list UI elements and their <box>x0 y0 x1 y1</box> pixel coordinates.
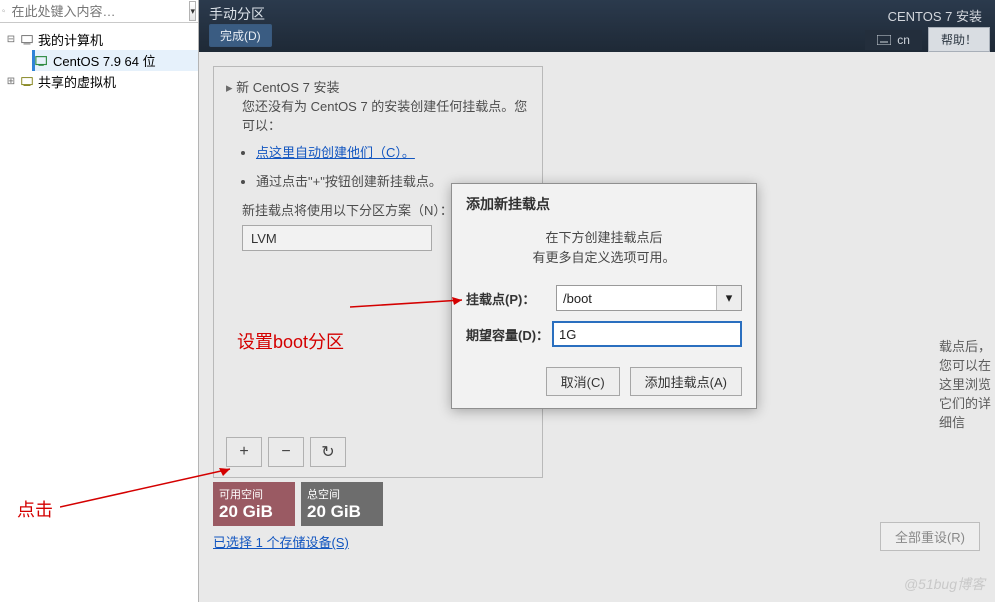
expander-icon[interactable]: ⊟ <box>6 34 16 45</box>
tree-label: CentOS 7.9 64 位 <box>53 51 156 70</box>
mount-toolbar: + − ↻ <box>226 437 346 467</box>
available-space-value: 20 GiB <box>219 502 289 522</box>
mountpoint-value: /boot <box>563 291 592 306</box>
tree-label: 共享的虚拟机 <box>38 72 116 91</box>
add-mountpoint-button[interactable]: 添加挂载点(A) <box>630 367 742 396</box>
scheme-value: LVM <box>251 231 277 246</box>
total-space-value: 20 GiB <box>307 502 377 522</box>
search-row: ▾ <box>0 0 198 23</box>
tree-label: 我的计算机 <box>38 30 103 49</box>
add-mount-button[interactable]: + <box>226 437 262 467</box>
auto-create-link[interactable]: 点这里自动创建他们（C）。 <box>256 145 415 160</box>
distro-title: CENTOS 7 安装 <box>880 4 990 27</box>
refresh-button[interactable]: ↻ <box>310 437 346 467</box>
dialog-description: 在下方创建挂载点后 有更多自定义选项可用。 <box>466 228 742 267</box>
expander-icon[interactable]: ⊞ <box>6 76 16 87</box>
capacity-input[interactable] <box>552 321 742 347</box>
tree-vm-centos[interactable]: CentOS 7.9 64 位 <box>32 50 198 71</box>
partition-heading[interactable]: 新 CentOS 7 安装 <box>226 77 530 96</box>
tree-shared-vm[interactable]: ⊞ 共享的虚拟机 <box>6 71 198 92</box>
annotation-set-boot: 设置boot分区 <box>237 328 344 354</box>
dialog-title: 添加新挂载点 <box>466 194 742 214</box>
available-space-card: 可用空间 20 GiB <box>213 482 295 526</box>
annotation-click: 点击 <box>17 496 53 522</box>
watermark: @51bug博客 <box>904 574 985 594</box>
mountpoint-label: 挂载点(P)： <box>466 289 556 308</box>
add-mount-dialog: 添加新挂载点 在下方创建挂载点后 有更多自定义选项可用。 挂载点(P)： /bo… <box>451 183 757 409</box>
total-space-card: 总空间 20 GiB <box>301 482 383 526</box>
storage-selected-link[interactable]: 已选择 1 个存储设备(S) <box>213 532 981 551</box>
list-item: 点这里自动创建他们（C）。 <box>256 142 530 161</box>
remove-mount-button[interactable]: − <box>268 437 304 467</box>
search-icon <box>2 4 5 18</box>
search-input[interactable] <box>9 3 189 20</box>
space-summary: 可用空间 20 GiB 总空间 20 GiB <box>213 482 981 526</box>
shared-icon <box>20 75 34 89</box>
vm-tree: ⊟ 我的计算机 CentOS 7.9 64 位 ⊞ 共享的虚拟机 <box>0 23 198 92</box>
scheme-select[interactable]: LVM <box>242 225 432 251</box>
mountpoint-combo[interactable]: /boot ▾ <box>556 285 742 311</box>
vm-icon <box>35 54 49 68</box>
computer-icon <box>20 33 34 47</box>
done-button[interactable]: 完成(D) <box>209 24 272 47</box>
partition-desc: 您还没有为 CentOS 7 的安装创建任何挂载点。您可以： <box>242 96 530 134</box>
available-space-label: 可用空间 <box>219 486 289 502</box>
keyboard-indicator[interactable]: cn <box>865 30 922 50</box>
keyboard-icon <box>877 35 891 45</box>
detail-hint-text: 载点后，您可以在这里浏览它们的详细信 <box>939 336 995 431</box>
help-button[interactable]: 帮助！ <box>928 27 990 52</box>
capacity-label: 期望容量(D)： <box>466 325 552 344</box>
cancel-button[interactable]: 取消(C) <box>546 367 620 396</box>
kbd-layout: cn <box>897 33 910 47</box>
search-dropdown[interactable]: ▾ <box>189 1 196 21</box>
chevron-down-icon[interactable]: ▾ <box>716 286 741 310</box>
total-space-label: 总空间 <box>307 486 377 502</box>
page-title: 手动分区 <box>209 4 265 24</box>
reset-all-button[interactable]: 全部重设(R) <box>880 522 980 551</box>
topbar: 手动分区 完成(D) CENTOS 7 安装 cn 帮助！ <box>199 0 995 52</box>
tree-root-mycomputer[interactable]: ⊟ 我的计算机 <box>6 29 198 50</box>
